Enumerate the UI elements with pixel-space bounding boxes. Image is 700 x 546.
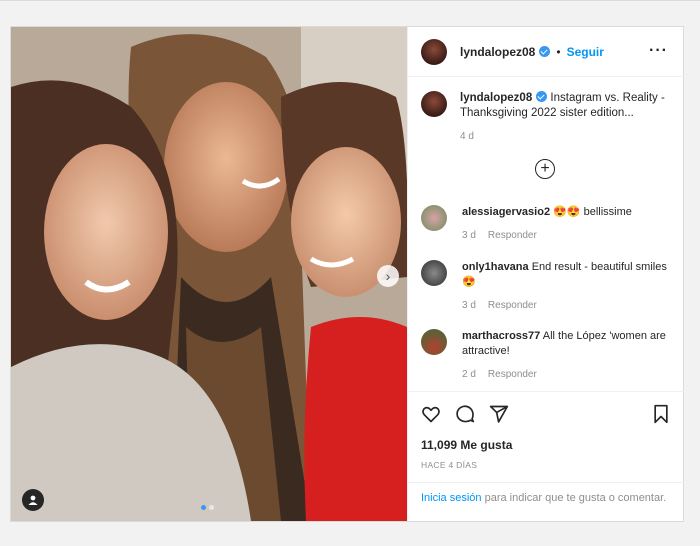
verified-badge-icon [539, 45, 551, 57]
heart-icon[interactable] [421, 404, 441, 424]
share-icon[interactable] [489, 404, 509, 424]
instagram-post: › lyndalopez08 • Seguir ··· lyndalopez08… [10, 26, 684, 522]
comment-item: alessiagervasio2 😍😍 bellissime 3 d Respon… [421, 205, 676, 243]
login-prompt-text: para indicar que te gusta o comentar. [481, 492, 667, 504]
more-horizontal-icon[interactable]: ··· [649, 42, 668, 60]
reply-button[interactable]: Responder [488, 300, 537, 311]
comment-username[interactable]: only1havana [462, 261, 529, 273]
post-header: lyndalopez08 • Seguir ··· [408, 27, 684, 77]
comment-time[interactable]: 3 d [462, 300, 476, 311]
caption-time[interactable]: 4 d [460, 129, 671, 144]
carousel-indicator [201, 505, 214, 510]
author-avatar[interactable] [421, 38, 447, 65]
verified-badge-icon [536, 91, 548, 102]
comment-username[interactable]: marthacross77 [462, 330, 540, 342]
comment-item: only1havana End result - beautiful smile… [421, 260, 676, 313]
comment-time[interactable]: 3 d [462, 230, 476, 241]
reply-button[interactable]: Responder [488, 230, 537, 241]
comment-avatar[interactable] [421, 205, 447, 231]
header-separator: • [556, 44, 561, 59]
plus-circle-icon[interactable]: + [535, 159, 555, 179]
author-username[interactable]: lyndalopez08 [460, 45, 551, 59]
comment-text: 😍😍 bellissime [553, 206, 632, 218]
follow-button[interactable]: Seguir [567, 45, 604, 59]
login-link[interactable]: Inicia sesión [421, 492, 482, 504]
carousel-dot [209, 505, 214, 510]
likes-count[interactable]: 11,099 Me gusta [421, 438, 512, 452]
user-icon [28, 495, 38, 505]
comment-avatar[interactable] [421, 329, 447, 355]
chevron-right-icon: › [385, 268, 391, 284]
actions-bar: 11,099 Me gusta HACE 4 DÍAS Inicia sesió… [408, 391, 684, 519]
comment-username[interactable]: alessiagervasio2 [462, 206, 550, 218]
tagged-users-button[interactable] [22, 489, 44, 511]
post-sidebar: lyndalopez08 • Seguir ··· lyndalopez08 I… [407, 27, 684, 521]
post-timestamp: HACE 4 DÍAS [421, 460, 478, 470]
login-prompt: Inicia sesión para indicar que te gusta … [408, 482, 684, 514]
comment-time[interactable]: 2 d [462, 369, 476, 380]
action-icons [421, 404, 509, 424]
post-photo [11, 27, 407, 521]
reply-button[interactable]: Responder [488, 369, 537, 380]
top-divider [0, 0, 700, 1]
caption-username[interactable]: lyndalopez08 [460, 91, 548, 104]
post-media[interactable]: › [11, 27, 407, 521]
bookmark-icon[interactable] [652, 404, 670, 424]
comment-avatar[interactable] [421, 260, 447, 286]
caption-avatar[interactable] [421, 91, 447, 117]
post-caption: lyndalopez08 Instagram vs. Reality - Tha… [421, 91, 671, 144]
next-image-button[interactable]: › [377, 265, 399, 287]
carousel-dot-active [201, 505, 206, 510]
comment-icon[interactable] [455, 404, 475, 424]
comment-item: marthacross77 All the López 'women are a… [421, 329, 676, 382]
